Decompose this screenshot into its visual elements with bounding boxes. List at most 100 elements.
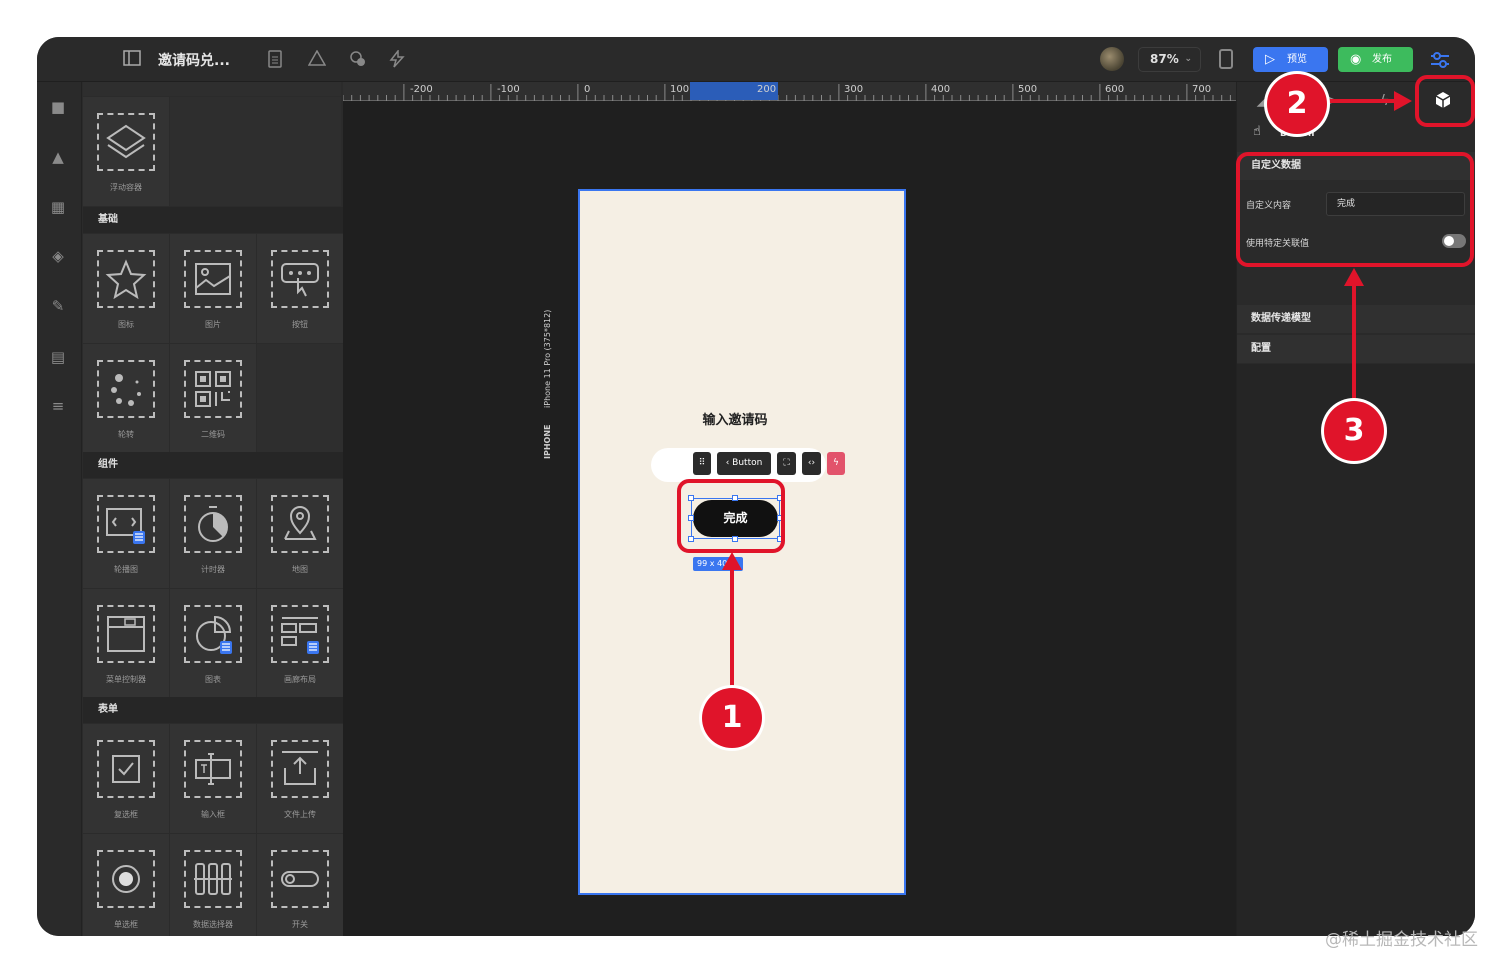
- annotation-step-1: 1: [702, 688, 762, 748]
- data-model-section[interactable]: 数据传递模型: [1237, 305, 1475, 333]
- component-floating-container[interactable]: 浮动容器: [83, 97, 169, 206]
- config-section[interactable]: 配置: [1237, 335, 1475, 363]
- section-components: 组件: [83, 452, 343, 478]
- annotation-step-2: 2: [1267, 74, 1327, 134]
- component-label: 轮播图: [114, 565, 138, 574]
- hammer-icon[interactable]: ✎: [47, 295, 69, 317]
- annotation-arrow-3: [1352, 283, 1356, 403]
- gallery-grid-icon: [271, 605, 329, 663]
- component-label: 图片: [205, 320, 221, 329]
- dots-spinner-icon: [97, 360, 155, 418]
- component-map[interactable]: 地图: [257, 479, 343, 588]
- sidebar-toggle-icon[interactable]: [122, 50, 142, 70]
- ruler-label: -100: [497, 84, 520, 95]
- drag-handle-icon[interactable]: ⠿: [693, 452, 711, 475]
- page-title-text[interactable]: 输入邀请码: [580, 409, 890, 428]
- component-timer[interactable]: 计时器: [170, 479, 256, 588]
- hand-pointer-icon: ☝: [1253, 124, 1261, 139]
- component-icon[interactable]: [348, 50, 368, 70]
- horizontal-ruler: -200 -100 0 100 200 300 400 500 600 700: [343, 82, 1236, 101]
- device-icon[interactable]: [1219, 49, 1233, 69]
- annotation-box-custom-data: [1236, 152, 1474, 267]
- component-button[interactable]: 按钮: [257, 234, 343, 343]
- component-panel: 浮动容器 基础 图标 图片 按钮 轮转 二维码 组件 轮播图 计时器 地图 菜单…: [83, 82, 343, 936]
- component-chart[interactable]: 图表: [170, 589, 256, 698]
- left-rail: ■ ▲ ▦ ◈ ✎ ▤ ≡: [37, 82, 82, 936]
- picker-columns-icon: [184, 850, 242, 908]
- ruler-label: 700: [1192, 84, 1212, 95]
- component-slideshow[interactable]: 轮播图: [83, 479, 169, 588]
- chevron-down-icon: ⌄: [1184, 54, 1192, 64]
- component-image[interactable]: 图片: [170, 234, 256, 343]
- layers-icon[interactable]: ◈: [47, 245, 69, 267]
- section-forms: 表单: [83, 697, 343, 723]
- ruler-label: 500: [1018, 84, 1038, 95]
- settings-sliders-icon[interactable]: [1429, 50, 1451, 70]
- component-file-upload[interactable]: 文件上传: [257, 724, 343, 833]
- upload-icon: [271, 740, 329, 798]
- top-bar: 邀请码兑... 87% ⌄ ▷ 预览 ◉ 发布: [37, 37, 1475, 82]
- publish-button[interactable]: ◉ 发布: [1338, 47, 1413, 72]
- button-click-icon: [271, 250, 329, 308]
- component-radio[interactable]: 单选框: [83, 834, 169, 936]
- menu-panel-icon: [97, 605, 155, 663]
- component-icon-item[interactable]: 图标: [83, 234, 169, 343]
- parent-select-button[interactable]: ‹ Button: [717, 452, 771, 475]
- checkbox-icon: [97, 740, 155, 798]
- image-icon: [184, 250, 242, 308]
- publish-label: 发布: [1372, 54, 1392, 65]
- component-input[interactable]: 输入框: [170, 724, 256, 833]
- user-avatar[interactable]: [1100, 47, 1124, 71]
- project-title[interactable]: 邀请码兑...: [158, 50, 230, 70]
- pages-icon[interactable]: ▤: [47, 346, 69, 368]
- ruler-label: -200: [410, 84, 433, 95]
- component-label: 复选框: [114, 810, 138, 819]
- component-label: 按钮: [292, 320, 308, 329]
- panel-top-strip: [83, 82, 341, 96]
- lightning-action-icon[interactable]: ϟ: [827, 452, 845, 475]
- component-gallery-layout[interactable]: 画廊布局: [257, 589, 343, 698]
- component-label: 轮转: [118, 430, 134, 439]
- map-pin-icon: [271, 495, 329, 553]
- component-label: 二维码: [201, 430, 225, 439]
- preview-button[interactable]: ▷ 预览: [1253, 47, 1328, 72]
- component-checkbox[interactable]: 复选框: [83, 724, 169, 833]
- component-qrcode[interactable]: 二维码: [170, 344, 256, 453]
- component-label: 图标: [118, 320, 134, 329]
- zoom-select[interactable]: 87% ⌄: [1138, 47, 1201, 72]
- timer-icon: [184, 495, 242, 553]
- toggle-switch-icon: [271, 850, 329, 908]
- component-data-picker[interactable]: 数据选择器: [170, 834, 256, 936]
- annotation-box-button: [677, 479, 785, 553]
- annotation-arrow-2: [1326, 99, 1396, 103]
- radio-icon: [97, 850, 155, 908]
- text-input-icon: [184, 740, 242, 798]
- component-label: 数据选择器: [193, 920, 233, 929]
- component-label: 开关: [292, 920, 308, 929]
- component-label: 计时器: [201, 565, 225, 574]
- lightning-icon[interactable]: [387, 48, 407, 70]
- empty-cell: [170, 97, 341, 206]
- watermark: @稀土掘金技术社区: [1325, 930, 1478, 950]
- layout-icon[interactable]: ▦: [47, 196, 69, 218]
- component-menu-controller[interactable]: 菜单控制器: [83, 589, 169, 698]
- component-carousel[interactable]: 轮转: [83, 344, 169, 453]
- expand-icon[interactable]: ⛶: [777, 452, 796, 475]
- component-switch[interactable]: 开关: [257, 834, 343, 936]
- ruler-ticks: [343, 84, 1236, 101]
- component-label: 文件上传: [284, 810, 316, 819]
- cube-icon[interactable]: ■: [47, 96, 69, 118]
- eye-icon: ◉: [1350, 52, 1362, 67]
- ruler-label: 300: [844, 84, 864, 95]
- document-icon[interactable]: [265, 50, 285, 70]
- list-icon[interactable]: ≡: [47, 395, 69, 417]
- triangle-icon[interactable]: [307, 49, 327, 70]
- components-icon[interactable]: ▲: [47, 146, 69, 168]
- ruler-label: 0: [584, 84, 591, 95]
- annotation-step-3: 3: [1324, 401, 1384, 461]
- star-icon: [97, 250, 155, 308]
- code-icon[interactable]: ‹›: [802, 452, 821, 475]
- design-canvas[interactable]: IPHONE iPhone 11 Pro (375*812) 输入邀请码 ⠿ ‹…: [343, 101, 1236, 936]
- play-icon: ▷: [1265, 52, 1275, 67]
- ruler-label: 100: [670, 84, 690, 95]
